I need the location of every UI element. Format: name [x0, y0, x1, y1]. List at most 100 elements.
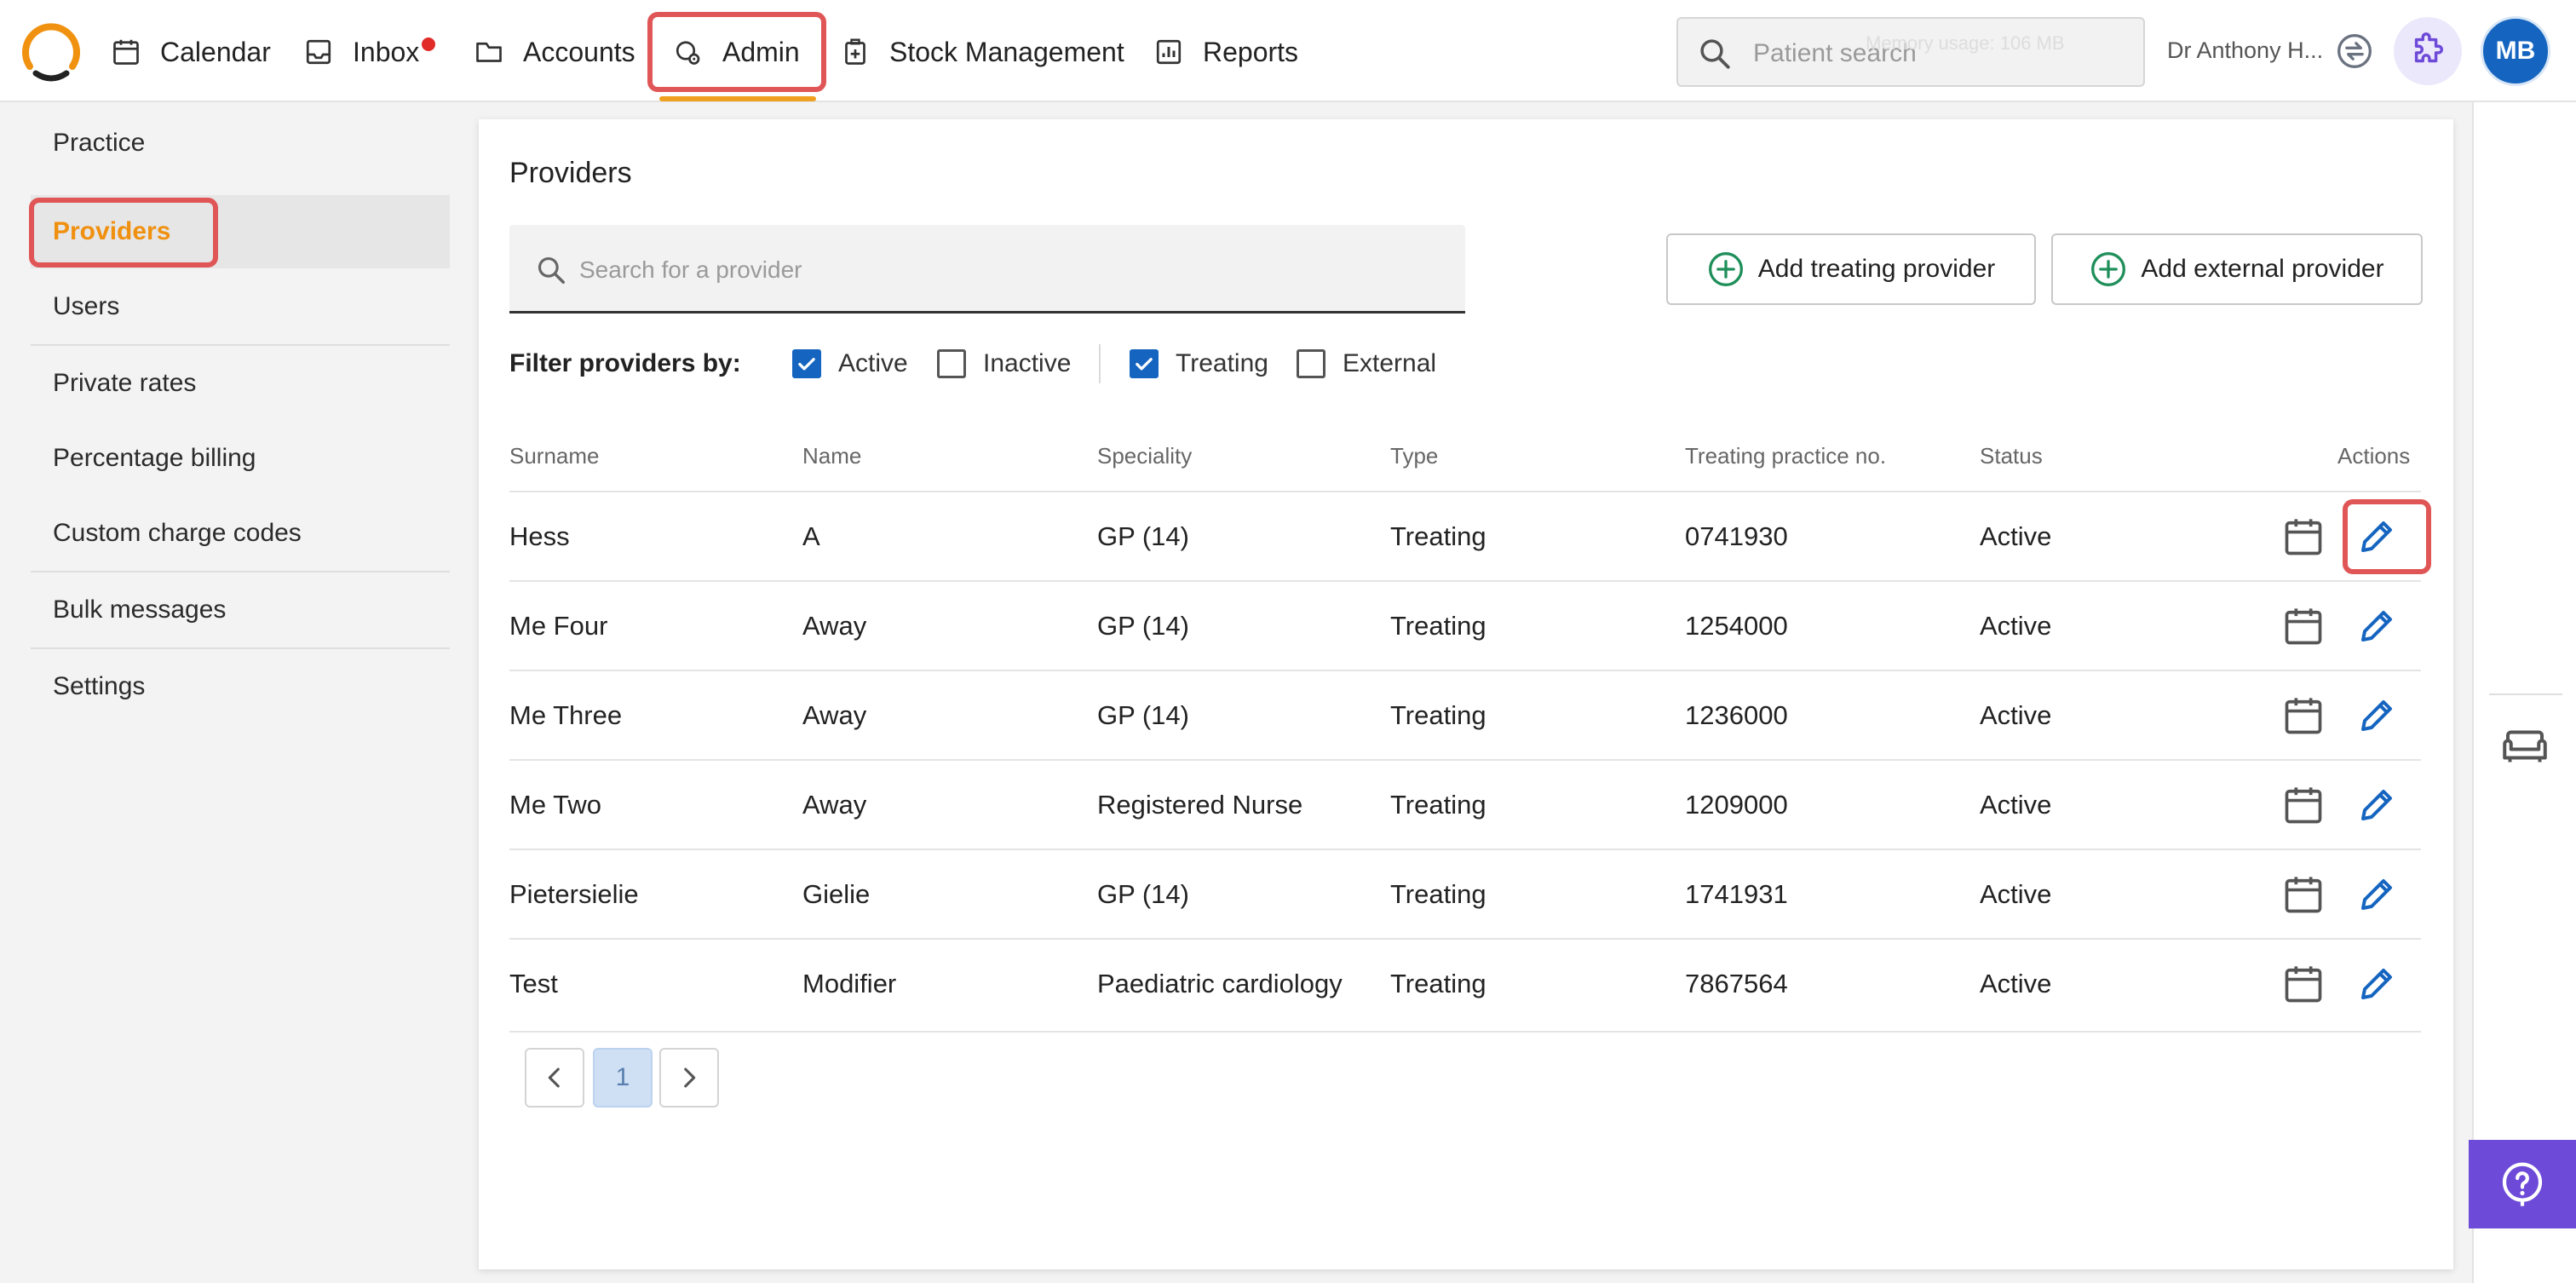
calendar-icon — [113, 39, 139, 65]
sofa-icon[interactable] — [2499, 726, 2550, 768]
providers-card: Providers Add treating provider Add exte… — [479, 119, 2453, 1269]
cell-type: Treating — [1390, 969, 1486, 998]
cell-surname: Pietersielie — [509, 879, 639, 909]
admin-sidebar: Practice Providers Users Private rates P… — [0, 102, 477, 1283]
folder-icon — [476, 42, 502, 62]
cell-status: Active — [1980, 969, 2052, 998]
inbox-icon — [306, 39, 331, 65]
right-rail — [2472, 102, 2576, 1283]
filter-inactive-checkbox[interactable]: Inactive — [937, 349, 1071, 378]
column-header-type[interactable]: Type — [1390, 443, 1438, 469]
table-row[interactable]: Me Three Away GP (14) Treating 1236000 A… — [509, 670, 2421, 760]
cell-status: Active — [1980, 521, 2052, 551]
filter-treating-label: Treating — [1176, 349, 1268, 377]
cell-name: Modifier — [802, 969, 897, 998]
cell-type: Treating — [1390, 790, 1486, 820]
sidebar-item-users[interactable]: Users — [31, 270, 450, 343]
cell-surname: Test — [509, 969, 558, 998]
cell-type: Treating — [1390, 611, 1486, 641]
cell-speciality: Registered Nurse — [1097, 790, 1303, 820]
sidebar-divider — [31, 571, 450, 572]
cell-practice-no: 1254000 — [1685, 611, 1788, 641]
edit-pencil-icon[interactable] — [2356, 606, 2397, 647]
calendar-action-icon[interactable] — [2281, 693, 2326, 738]
nav-inbox[interactable]: Inbox — [303, 24, 419, 80]
filter-external-checkbox[interactable]: External — [1297, 349, 1436, 378]
calendar-action-icon[interactable] — [2281, 783, 2326, 827]
add-treating-provider-button[interactable]: Add treating provider — [1666, 233, 2036, 305]
calendar-action-icon[interactable] — [2281, 962, 2326, 1006]
table-row[interactable]: Hess A GP (14) Treating 0741930 Active — [509, 491, 2431, 581]
column-header-name[interactable]: Name — [802, 443, 861, 469]
provider-search[interactable] — [509, 225, 1465, 314]
nav-stock-management[interactable]: Stock Management — [840, 24, 1124, 80]
filter-label: Filter providers by: — [509, 349, 741, 377]
add-circle-icon — [1708, 252, 1743, 286]
puzzle-icon — [2414, 32, 2443, 63]
add-treating-provider-label: Add treating provider — [1757, 255, 1996, 283]
table-row[interactable]: Pietersielie Gielie GP (14) Treating 174… — [509, 849, 2421, 939]
chevron-right-icon — [684, 1067, 696, 1088]
calendar-action-icon[interactable] — [2281, 604, 2326, 648]
column-header-status[interactable]: Status — [1980, 443, 2043, 469]
cell-status: Active — [1980, 611, 2052, 641]
nav-accounts-label: Accounts — [523, 37, 635, 67]
cell-speciality: GP (14) — [1097, 611, 1189, 641]
cell-practice-no: 1236000 — [1685, 700, 1788, 730]
sidebar-item-settings[interactable]: Settings — [31, 650, 450, 723]
nav-accounts[interactable]: Accounts — [474, 24, 635, 80]
cell-name: Gielie — [802, 879, 871, 909]
filter-active-checkbox[interactable]: Active — [792, 349, 908, 378]
sidebar-item-practice[interactable]: Practice — [31, 106, 450, 180]
sidebar-item-percentage-billing[interactable]: Percentage billing — [31, 422, 450, 495]
edit-pencil-icon[interactable] — [2356, 785, 2397, 826]
edit-pencil-icon[interactable] — [2356, 874, 2397, 915]
column-header-practice-no[interactable]: Treating practice no. — [1685, 443, 1886, 469]
table-row[interactable]: Me Four Away GP (14) Treating 1254000 Ac… — [509, 580, 2421, 670]
nav-reports[interactable]: Reports — [1153, 24, 1298, 80]
column-header-actions: Actions — [2337, 443, 2411, 469]
column-header-surname[interactable]: Surname — [509, 443, 600, 469]
pagination-next-button[interactable] — [659, 1048, 719, 1108]
table-row[interactable]: Me Two Away Registered Nurse Treating 12… — [509, 759, 2421, 849]
pagination-prev-button[interactable] — [525, 1048, 584, 1108]
calendar-action-icon[interactable] — [2281, 515, 2326, 559]
cell-practice-no: 1209000 — [1685, 790, 1788, 820]
search-icon — [538, 256, 565, 284]
extensions-button[interactable] — [2394, 17, 2462, 85]
help-button[interactable] — [2469, 1140, 2576, 1228]
calendar-action-icon[interactable] — [2281, 872, 2326, 917]
pagination-page-current[interactable]: 1 — [593, 1048, 653, 1108]
add-external-provider-button[interactable]: Add external provider — [2051, 233, 2423, 305]
nav-calendar[interactable]: Calendar — [111, 24, 271, 80]
cell-name: Away — [802, 790, 867, 820]
cell-surname: Hess — [509, 521, 570, 551]
filter-external-label: External — [1343, 349, 1437, 377]
cell-speciality: GP (14) — [1097, 521, 1189, 551]
avatar[interactable]: MB — [2481, 16, 2550, 86]
switch-practice-button[interactable] — [2336, 32, 2373, 70]
sidebar-item-private-rates[interactable]: Private rates — [31, 347, 450, 420]
filter-treating-checkbox[interactable]: Treating — [1130, 349, 1268, 378]
sidebar-item-bulk-messages[interactable]: Bulk messages — [31, 573, 450, 647]
cell-name: A — [802, 521, 820, 551]
checkbox-checked-icon — [1130, 349, 1159, 378]
filter-inactive-label: Inactive — [983, 349, 1072, 377]
rail-divider — [2489, 693, 2562, 695]
edit-pencil-icon[interactable] — [2356, 695, 2397, 736]
cell-surname: Me Two — [509, 790, 601, 820]
table-row[interactable]: Test Modifier Paediatric cardiology Trea… — [509, 938, 2421, 1028]
nav-admin[interactable]: Admin — [673, 24, 800, 80]
inbox-notification-badge — [422, 37, 435, 51]
cell-surname: Me Four — [509, 611, 608, 641]
sidebar-item-custom-charge-codes[interactable]: Custom charge codes — [31, 497, 450, 570]
cell-practice-no: 0741930 — [1685, 521, 1788, 551]
user-name[interactable]: Dr Anthony H... — [2167, 37, 2323, 64]
app-logo-icon[interactable] — [20, 17, 82, 83]
column-header-speciality[interactable]: Speciality — [1097, 443, 1192, 469]
cell-name: Away — [802, 700, 867, 730]
edit-pencil-icon[interactable] — [2356, 964, 2397, 1004]
add-external-provider-label: Add external provider — [2141, 255, 2384, 283]
provider-search-input[interactable] — [578, 249, 1416, 291]
admin-gear-icon — [676, 41, 700, 65]
